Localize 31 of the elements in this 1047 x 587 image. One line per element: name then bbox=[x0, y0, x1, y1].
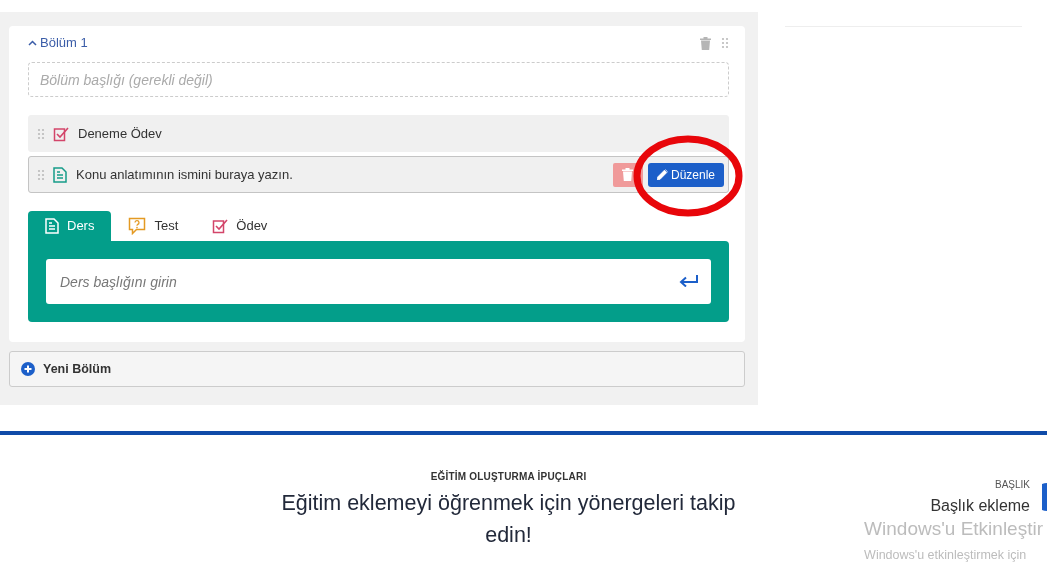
activation-text: Windows'u etkinleştirmek için bbox=[864, 546, 1028, 564]
trash-icon[interactable] bbox=[622, 168, 634, 181]
checkbox-icon bbox=[212, 218, 229, 234]
lesson-item[interactable]: Deneme Ödev bbox=[28, 115, 729, 152]
section-toggle[interactable]: Bölüm 1 bbox=[28, 33, 88, 53]
document-icon bbox=[53, 166, 67, 183]
new-section-button[interactable]: Yeni Bölüm bbox=[9, 351, 745, 387]
item-title: Deneme Ödev bbox=[78, 124, 162, 143]
trash-icon[interactable] bbox=[700, 36, 711, 50]
plus-icon bbox=[21, 362, 35, 376]
tips-eyebrow: EĞİTİM OLUŞTURMA İPUÇLARI bbox=[430, 469, 587, 484]
caret-icon bbox=[28, 40, 37, 46]
pencil-icon bbox=[656, 169, 668, 180]
document-icon bbox=[45, 218, 59, 234]
lesson-title-field[interactable]: Ders başlığını girin bbox=[46, 259, 711, 304]
tab[interactable]: Test bbox=[111, 211, 196, 241]
drag-handle-icon[interactable] bbox=[37, 127, 45, 140]
drag-handle-icon[interactable] bbox=[37, 168, 45, 181]
step-eyebrow: BAŞLIK bbox=[993, 478, 1030, 492]
drag-handle-icon[interactable] bbox=[721, 37, 729, 49]
edit-button[interactable]: Düzenle bbox=[647, 162, 724, 187]
activation-title: Windows'u Etkinleştir bbox=[864, 517, 1043, 541]
lesson-item[interactable]: Konu anlatımının ismini buraya yazın. Düzenle bbox=[28, 156, 729, 193]
section-title-field[interactable]: Bölüm başlığı (gerekli değil) bbox=[28, 62, 729, 97]
item-title: Konu anlatımının ismini buraya yazın. bbox=[76, 165, 293, 184]
tab[interactable]: Ödev bbox=[195, 211, 285, 241]
checkbox-icon bbox=[53, 125, 69, 142]
step-title: Başlık ekleme bbox=[930, 496, 1030, 516]
tips-headline: Eğitim eklemeyi öğrenmek için yönergeleri takip edin! bbox=[281, 490, 736, 550]
enter-icon[interactable] bbox=[679, 275, 699, 287]
question-bubble-icon bbox=[128, 217, 147, 235]
